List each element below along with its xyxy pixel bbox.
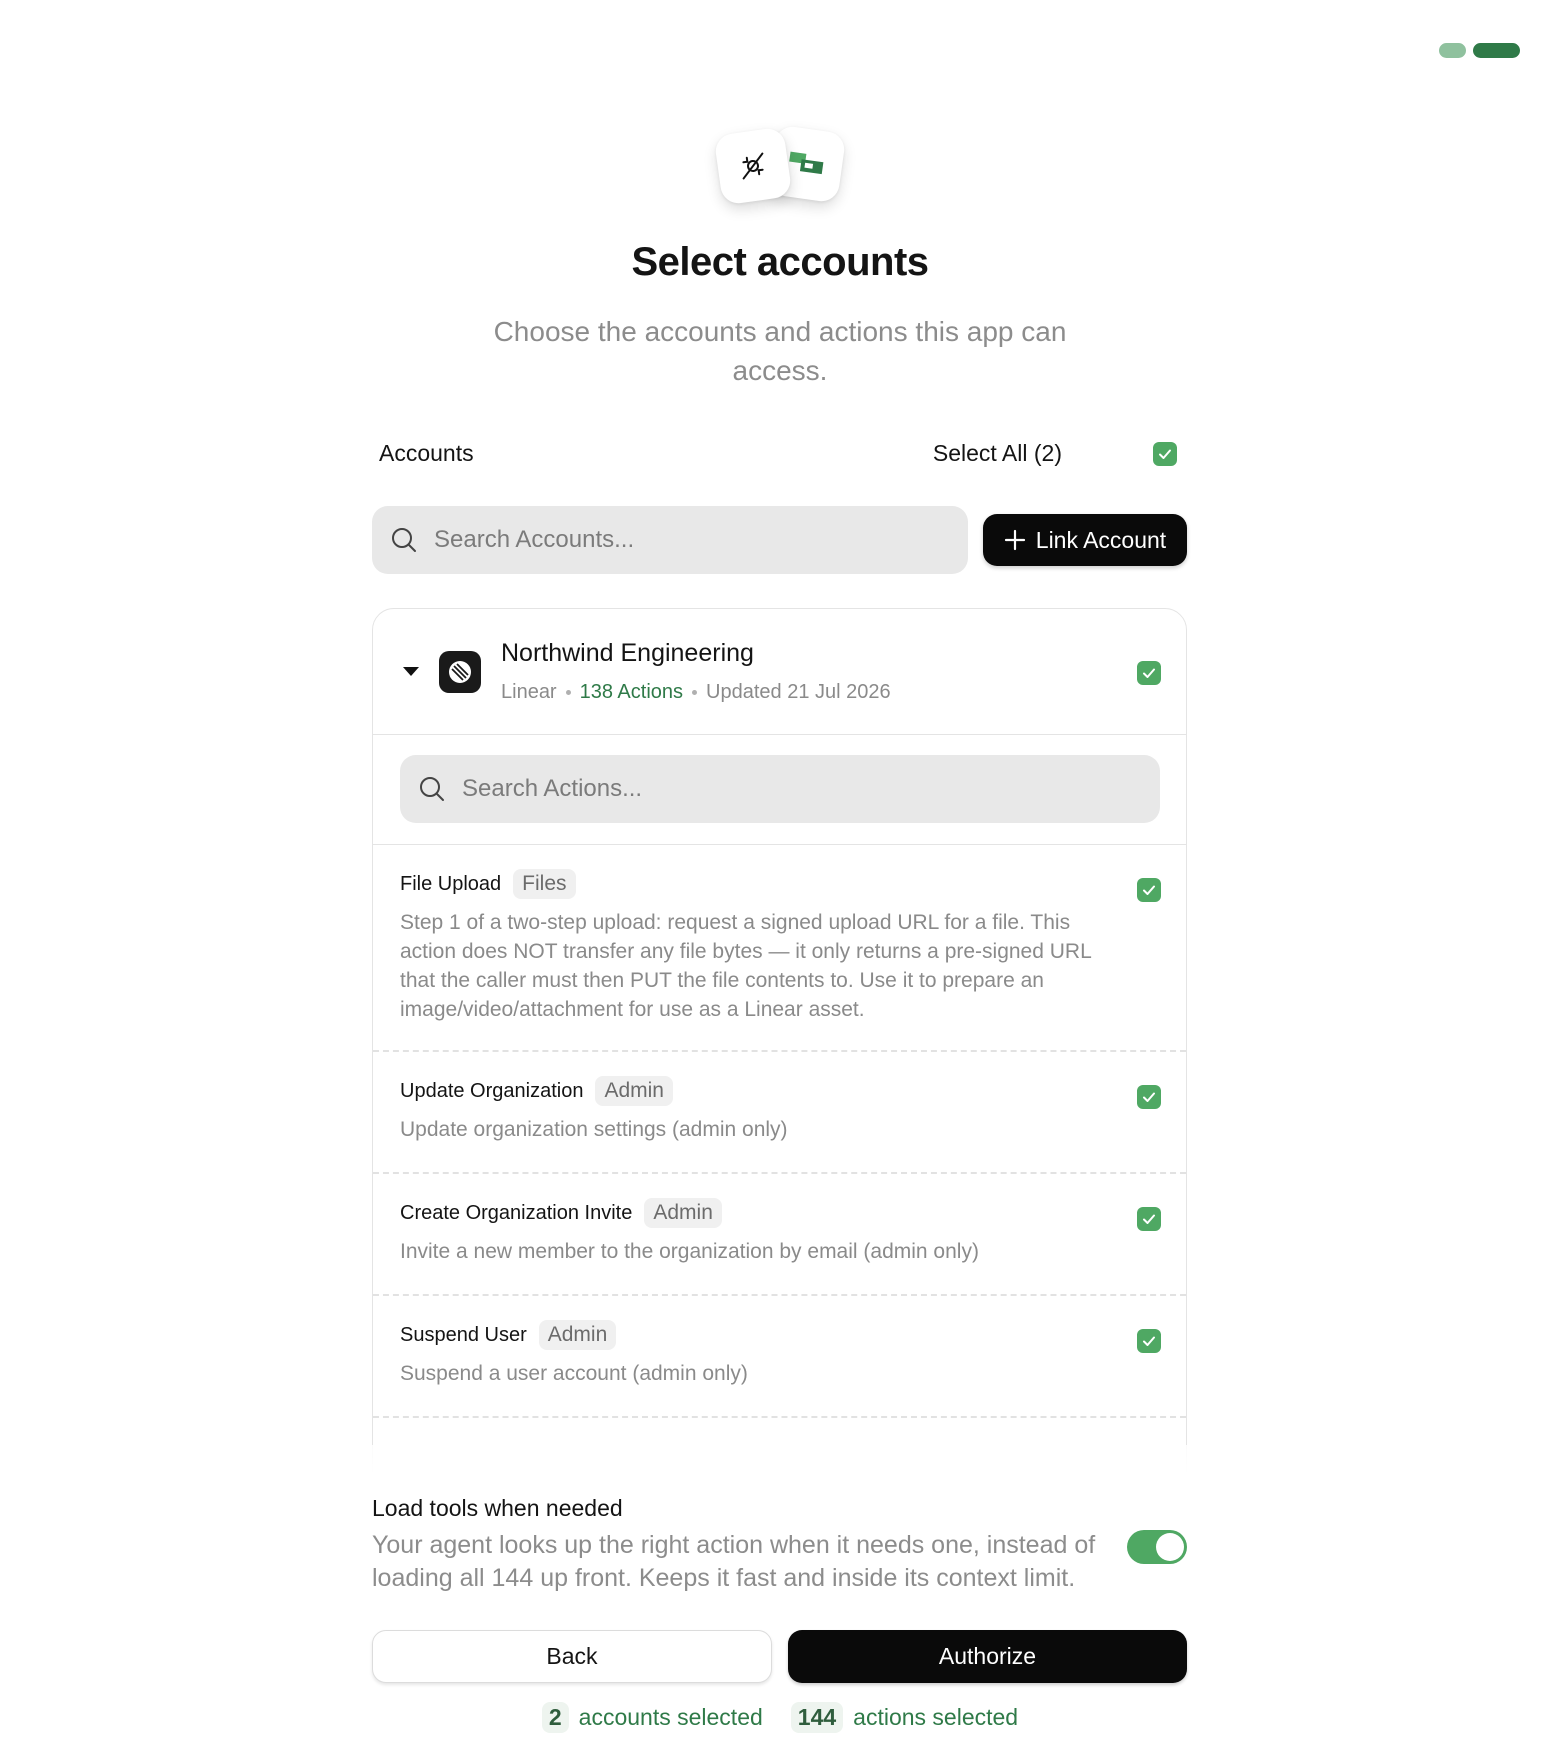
plus-icon xyxy=(1004,529,1025,551)
account-name: Northwind Engineering xyxy=(501,639,754,667)
search-actions-placeholder: Search Actions... xyxy=(462,775,643,802)
select-all-checkbox[interactable] xyxy=(1153,442,1177,466)
action-checkbox[interactable] xyxy=(1137,1085,1161,1109)
plug-icon xyxy=(713,126,793,206)
account-provider: Linear xyxy=(501,681,557,703)
actions-selected-label: actions selected xyxy=(853,1704,1019,1730)
actions-selected: 144 actions selected xyxy=(790,1702,1019,1733)
action-checkbox[interactable] xyxy=(1137,1329,1161,1353)
separator-dot xyxy=(692,690,698,695)
back-button[interactable]: Back xyxy=(372,1630,772,1683)
check-icon xyxy=(1143,1214,1155,1224)
action-description: Step 1 of a two-step upload: request a s… xyxy=(400,911,1091,1021)
account-row[interactable]: Northwind Engineering Linear 138 Actions… xyxy=(373,609,1186,735)
account-updated: Updated 21 Jul 2026 xyxy=(706,681,891,703)
check-icon xyxy=(1143,668,1155,678)
search-icon xyxy=(420,777,444,801)
toggle-description: Your agent looks up the right action whe… xyxy=(372,1531,1096,1592)
chevron-down-icon[interactable] xyxy=(403,667,419,676)
search-accounts-placeholder: Search Accounts... xyxy=(434,526,635,553)
footer-panel: Load tools when needed Your agent looks … xyxy=(0,1445,1560,1754)
action-name: Update Organization xyxy=(400,1079,584,1102)
link-account-button[interactable]: Link Account xyxy=(983,514,1187,566)
action-description: Invite a new member to the organization … xyxy=(400,1240,979,1263)
actions-search-section: Search Actions... xyxy=(373,735,1186,845)
action-item[interactable]: File Upload Files Step 1 of a two-step u… xyxy=(373,845,1186,1052)
check-icon xyxy=(1159,449,1171,459)
accounts-header: Accounts Select All (2) xyxy=(372,440,1187,472)
authorize-app-page: Select accounts Choose the accounts and … xyxy=(0,0,1560,1754)
step-2-pill-active xyxy=(1473,43,1520,58)
action-tag: Admin xyxy=(595,1076,673,1106)
action-name: Suspend User xyxy=(400,1323,527,1346)
link-account-label: Link Account xyxy=(1035,526,1167,553)
action-checkbox[interactable] xyxy=(1137,1207,1161,1231)
select-all-label[interactable]: Select All (2) xyxy=(933,440,1062,467)
action-checkbox[interactable] xyxy=(1137,878,1161,902)
action-item[interactable]: Update Organization Admin Update organiz… xyxy=(373,1052,1186,1174)
page-title: Select accounts xyxy=(631,240,929,284)
action-name: Create Organization Invite xyxy=(400,1201,633,1224)
step-indicator xyxy=(1439,43,1520,58)
account-actions-count: 138 Actions xyxy=(579,681,684,703)
account-checkbox[interactable] xyxy=(1137,661,1161,685)
toggle-title: Load tools when needed xyxy=(372,1495,623,1521)
action-tag: Admin xyxy=(644,1198,722,1228)
app-logos xyxy=(713,124,847,207)
action-tag: Admin xyxy=(538,1320,617,1350)
selection-summary: 2 accounts selected 144 actions selected xyxy=(0,1702,1560,1733)
check-icon xyxy=(1143,1092,1155,1102)
linear-logo-icon xyxy=(439,651,481,693)
action-description: Suspend a user account (admin only) xyxy=(400,1362,748,1385)
action-name: File Upload xyxy=(400,872,502,895)
action-item[interactable]: Suspend User Admin Suspend a user accoun… xyxy=(373,1296,1186,1418)
toggle-knob xyxy=(1156,1533,1184,1561)
page-subtitle: Choose the accounts and actions this app… xyxy=(493,316,1067,386)
accounts-selected-count: 2 xyxy=(541,1702,569,1733)
accounts-label: Accounts xyxy=(379,440,474,466)
load-tools-toggle[interactable] xyxy=(1127,1530,1187,1564)
actions-selected-count: 144 xyxy=(790,1702,844,1733)
accounts-selected-label: accounts selected xyxy=(578,1704,763,1730)
action-description: Update organization settings (admin only… xyxy=(400,1118,788,1141)
check-icon xyxy=(1143,1336,1155,1346)
check-icon xyxy=(1143,885,1155,895)
search-icon xyxy=(392,528,416,552)
step-1-pill xyxy=(1439,43,1466,58)
accounts-selected: 2 accounts selected xyxy=(541,1702,763,1733)
action-tag: Files xyxy=(513,869,576,899)
action-item[interactable]: Create Organization Invite Admin Invite … xyxy=(373,1174,1186,1296)
account-meta: Linear 138 Actions Updated 21 Jul 2026 xyxy=(501,681,891,704)
authorize-button[interactable]: Authorize xyxy=(788,1630,1187,1683)
search-actions-input[interactable]: Search Actions... xyxy=(400,755,1160,823)
search-accounts-input[interactable]: Search Accounts... xyxy=(372,506,968,574)
separator-dot xyxy=(565,690,571,695)
